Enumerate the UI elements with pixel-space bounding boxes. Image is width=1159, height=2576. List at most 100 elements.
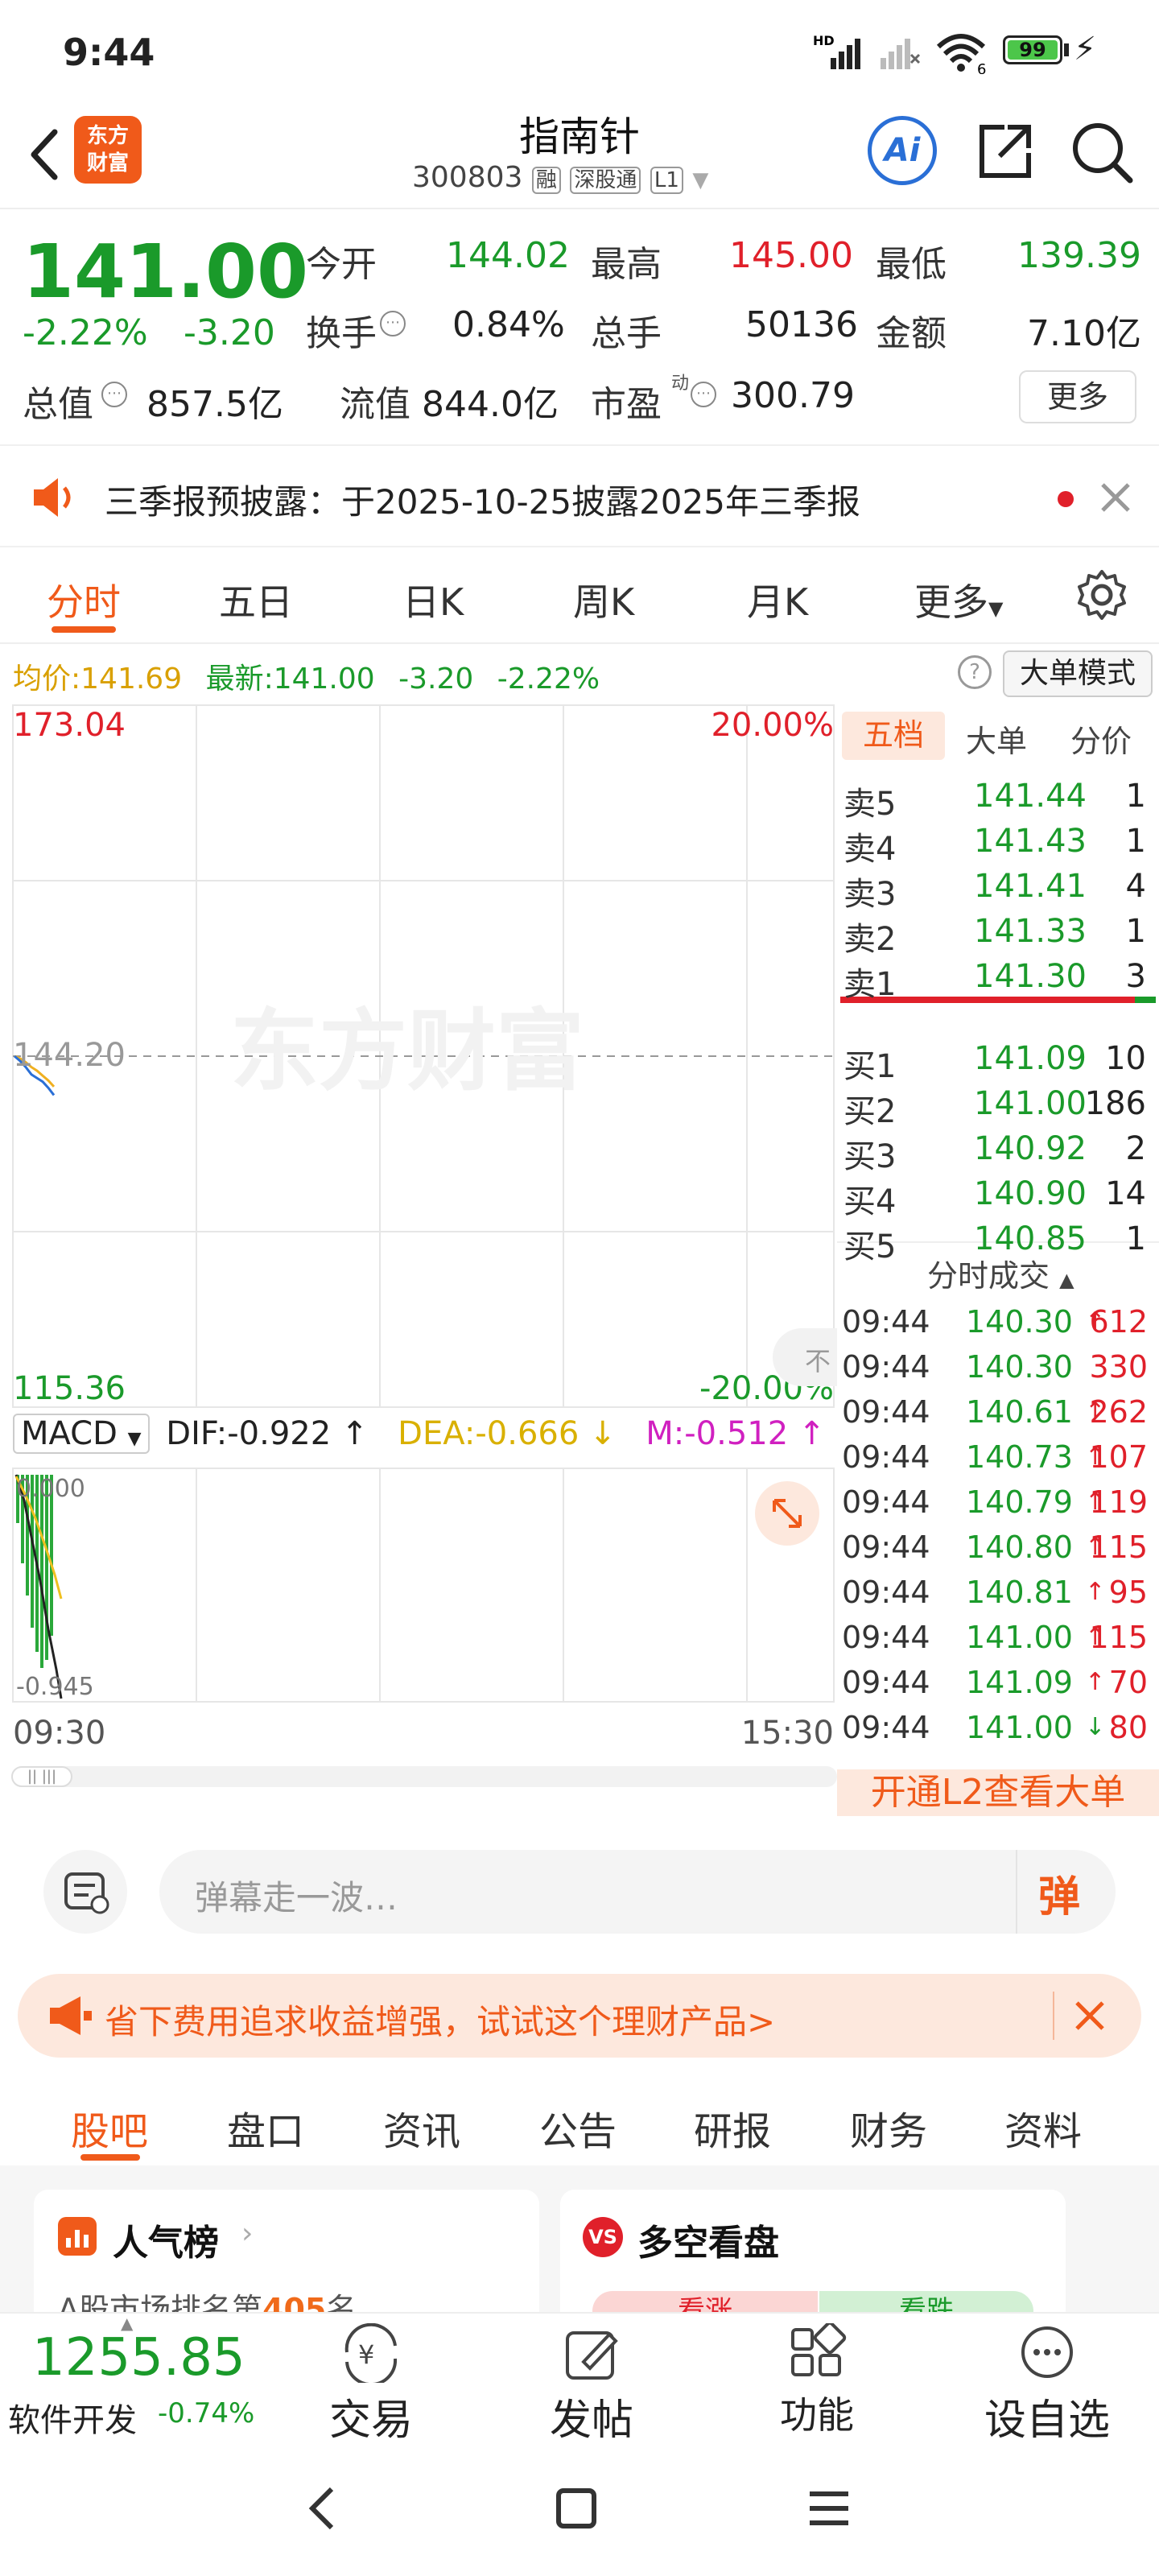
avg-value: 141.69 (80, 663, 183, 696)
subtab-research[interactable]: 研报 (694, 2099, 771, 2156)
trade-volume: 612 (1089, 1304, 1148, 1340)
wifi-icon: 6 (934, 29, 990, 74)
popularity-card[interactable]: 人气榜 › A股市场排名第405名 (34, 2190, 539, 2327)
book-tab-big[interactable]: 大单 (966, 716, 1027, 761)
trade-label: 交易 (328, 2396, 413, 2445)
m-label: M:-0.512 ↑ (645, 1415, 826, 1452)
expand-button[interactable] (755, 1481, 819, 1546)
trade-button[interactable]: ¥ 交易 (319, 2322, 423, 2446)
close-icon[interactable] (1098, 480, 1133, 515)
help-icon[interactable]: ? (958, 655, 992, 689)
trade-price: 141.09 (966, 1665, 1073, 1700)
index-value[interactable]: 1255.85 (32, 2328, 245, 2388)
settings-gear-icon[interactable] (1075, 568, 1128, 621)
book-tab-five[interactable]: 五档 (842, 712, 945, 760)
side-hint[interactable]: 不 (773, 1328, 837, 1386)
ai-button[interactable]: Ai (868, 116, 937, 185)
ask-volume: 4 (1125, 868, 1146, 905)
more-dots-icon (1021, 2326, 1073, 2378)
danmu-send-button[interactable]: 弹 (1038, 1863, 1080, 1923)
macd-bottom-label: -0.945 (16, 1673, 94, 1701)
ask-price: 141.41 (974, 868, 1087, 905)
bid-volume: 1 (1125, 1220, 1146, 1257)
trade-row: 09:44 140.61 ↑ 262 (837, 1394, 1159, 1439)
battery-cap (1064, 43, 1069, 56)
danmu-list-button[interactable] (43, 1850, 127, 1934)
trade-time: 09:44 (842, 1575, 930, 1610)
mktcap-info-icon[interactable]: ⋯ (101, 382, 127, 407)
tab-monthly-k[interactable]: 月K (747, 573, 808, 626)
promo-close-icon[interactable] (1072, 1998, 1107, 2033)
functions-button[interactable]: 功能 (765, 2321, 869, 2439)
subtab-profile[interactable]: 资料 (1004, 2099, 1082, 2156)
chart-scrollbar[interactable]: || ||| (11, 1766, 837, 1787)
trade-time: 09:44 (842, 1394, 930, 1430)
danmu-input[interactable]: 弹幕走一波… 弹 (159, 1850, 1116, 1934)
compose-icon (566, 2331, 618, 2380)
duokong-title: 多空看盘 (637, 2223, 779, 2264)
tab-more[interactable]: 更多▼ (914, 573, 1003, 626)
trade-row: 09:44 140.73 ↑ 107 (837, 1439, 1159, 1484)
bid-label: 买1 (843, 1048, 897, 1085)
amount-value: 7.10亿 (1027, 313, 1141, 354)
sys-back-icon[interactable] (303, 2483, 343, 2534)
trade-volume: 115 (1089, 1620, 1148, 1655)
post-button[interactable]: 发帖 (539, 2323, 644, 2446)
intraday-chart[interactable]: 东方财富 173.04 20.00% 144.20 115.36 -20.00%… (11, 704, 837, 1790)
book-tab-price[interactable]: 分价 (1070, 716, 1132, 761)
turnover-value: 0.84% (452, 304, 565, 345)
post-label: 发帖 (549, 2396, 633, 2445)
code-dropdown-icon[interactable]: ▼ (692, 168, 708, 192)
subtab-announcement[interactable]: 公告 (539, 2099, 617, 2156)
subtab-pankou[interactable]: 盘口 (227, 2099, 304, 2156)
turnover-label: 换手 (306, 313, 377, 354)
tab-weekly-k[interactable]: 周K (573, 573, 634, 626)
scroll-handle[interactable]: || ||| (11, 1766, 72, 1787)
more-button[interactable]: 更多 (1019, 370, 1136, 423)
add-watchlist-button[interactable]: 设自选 (971, 2323, 1124, 2446)
bid-row: 买4 140.90 14 (837, 1175, 1159, 1220)
current-price: 141.00 (23, 229, 309, 315)
search-icon[interactable] (1069, 118, 1136, 185)
trade-icon: ¥ (344, 2322, 398, 2387)
tab-5day[interactable]: 五日 (219, 573, 293, 626)
bid-volume: 186 (1084, 1085, 1146, 1122)
megaphone-icon (45, 1993, 97, 2038)
sys-menu-icon[interactable] (805, 2484, 853, 2533)
sys-home-icon[interactable] (552, 2484, 600, 2533)
big-order-mode-button[interactable]: 大单模式 (1003, 650, 1153, 697)
notice-bar[interactable]: 三季报预披露：于2025-10-25披露2025年三季报 (0, 444, 1159, 547)
macd-selector[interactable]: MACD ▼ (13, 1414, 150, 1454)
vs-icon: VS (583, 2217, 623, 2257)
dif-label: DIF:-0.922 ↑ (166, 1415, 369, 1452)
stock-code-line: 300803 融 深股通 L1 ▼ (412, 161, 708, 194)
l2-upsell-button[interactable]: 开通L2查看大单 (837, 1769, 1159, 1816)
y-prev-close-label: 144.20 (13, 1037, 126, 1074)
chart-tabs: 分时 五日 日K 周K 月K 更多▼ (0, 549, 1159, 644)
bid-volume: 10 (1105, 1040, 1146, 1077)
promo-banner[interactable]: 省下费用追求收益增强，试试这个理财产品> (18, 1974, 1141, 2058)
share-icon[interactable] (972, 119, 1037, 184)
volume-value: 50136 (745, 304, 858, 345)
trade-volume: 115 (1089, 1530, 1148, 1565)
subtab-guba[interactable]: 股吧 (71, 2099, 148, 2156)
popularity-chevron-icon: › (241, 2217, 254, 2250)
trade-price: 140.30 (966, 1349, 1073, 1385)
turnover-info-icon[interactable]: ⋯ (380, 311, 406, 336)
subtab-news[interactable]: 资讯 (383, 2099, 460, 2156)
ask-row: 卖1 141.30 3 (837, 958, 1159, 1003)
ask-row: 卖4 141.43 1 (837, 823, 1159, 868)
tab-daily-k[interactable]: 日K (402, 573, 464, 626)
bid-label: 买5 (843, 1228, 897, 1265)
mktcap-label: 总值 (23, 384, 93, 425)
tab-fenshi[interactable]: 分时 (47, 573, 121, 626)
macd-bars (16, 1475, 53, 1668)
trade-row: 09:44 140.30 ↑ 612 (837, 1304, 1159, 1349)
pe-info-icon[interactable]: ⋯ (691, 382, 716, 407)
subtab-finance[interactable]: 财务 (850, 2099, 927, 2156)
unread-dot (1058, 491, 1074, 507)
ask-label: 卖3 (843, 876, 897, 913)
float-label: 流值 (340, 384, 410, 425)
duokong-card[interactable]: VS 多空看盘 看涨 看跌 (560, 2190, 1066, 2331)
y-max-label: 173.04 (13, 707, 126, 744)
